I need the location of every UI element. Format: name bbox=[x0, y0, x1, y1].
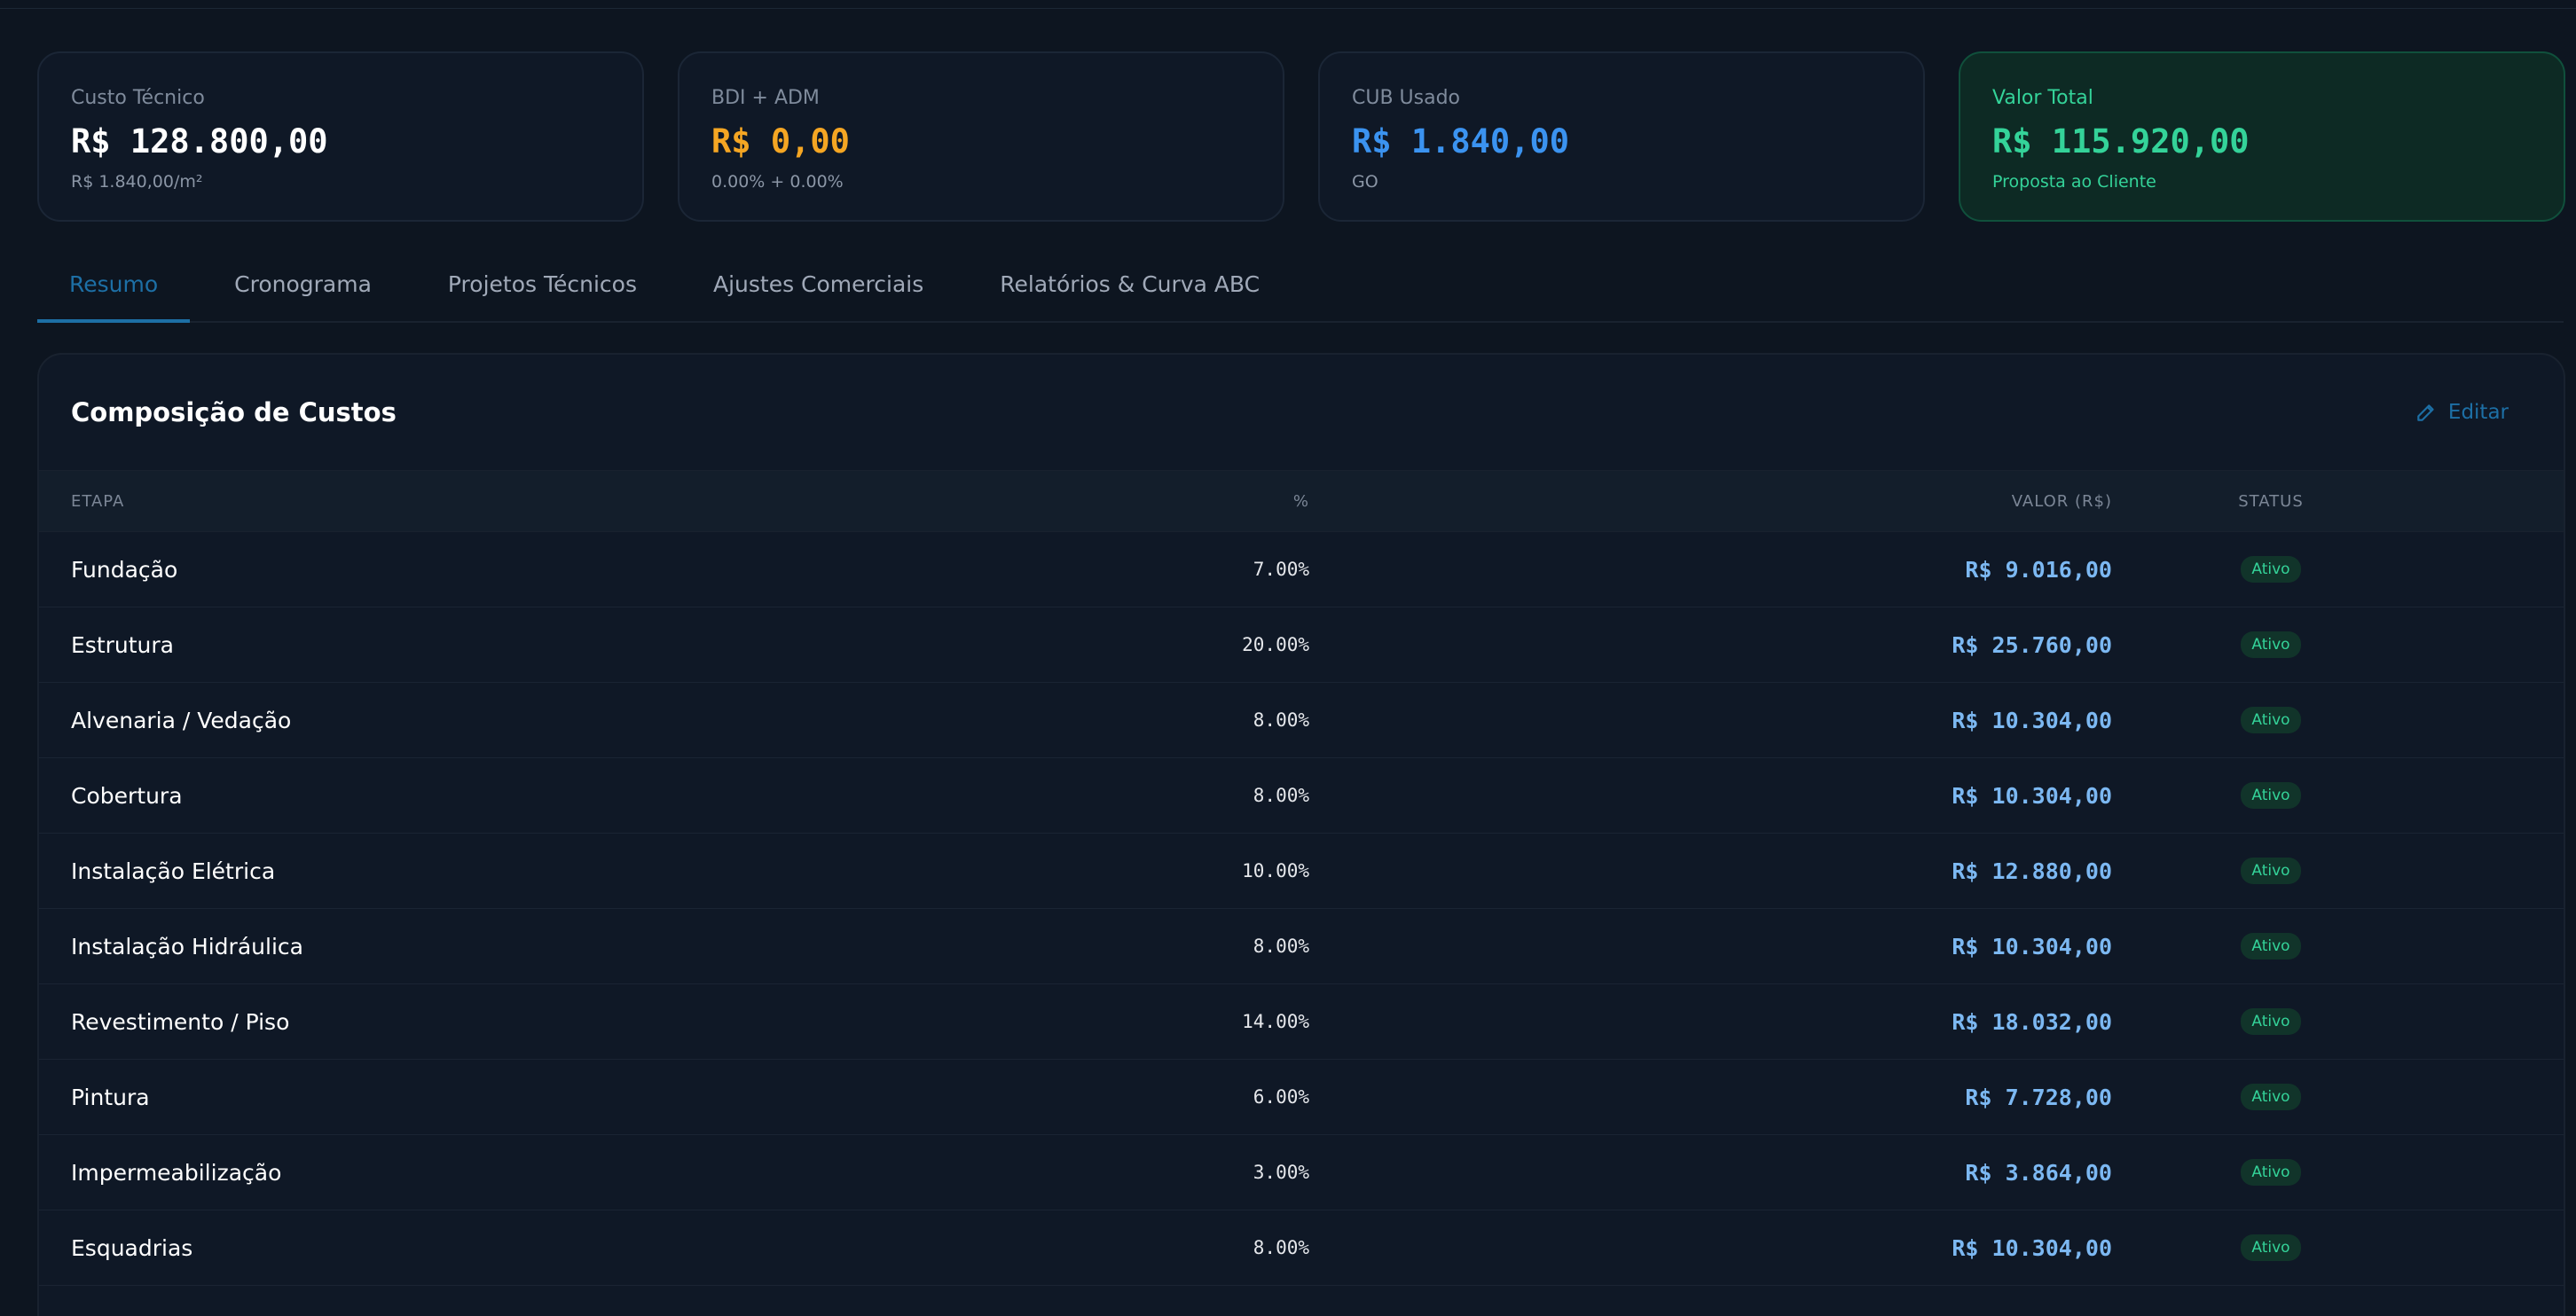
cell-valor: R$ 18.032,00 bbox=[1952, 1008, 2112, 1035]
card-value: R$ 0,00 bbox=[711, 122, 850, 161]
cell-percent: 3.00% bbox=[1253, 1162, 1309, 1183]
status-badge: Ativo bbox=[2241, 858, 2301, 884]
cell-etapa: Revestimento / Piso bbox=[71, 1008, 290, 1035]
cell-valor: R$ 9.016,00 bbox=[1965, 556, 2112, 583]
column-header-etapa[interactable]: ETAPA bbox=[39, 492, 749, 511]
table-row[interactable]: Esquadrias 8.00% R$ 10.304,00 Ativo bbox=[39, 1210, 2564, 1286]
cell-valor: R$ 10.304,00 bbox=[1952, 707, 2112, 733]
cell-valor: R$ 7.728,00 bbox=[1965, 1084, 2112, 1110]
cell-percent: 14.00% bbox=[1242, 1011, 1309, 1032]
cell-status: Ativo bbox=[2112, 631, 2388, 658]
tab-cronograma[interactable]: Cronograma bbox=[202, 261, 404, 323]
tab-relatorios-curva-abc[interactable]: Relatórios & Curva ABC bbox=[968, 261, 1292, 323]
cell-etapa: Alvenaria / Vedação bbox=[71, 707, 292, 733]
table-row[interactable]: Instalação Elétrica 10.00% R$ 12.880,00 … bbox=[39, 834, 2564, 909]
cell-percent: 8.00% bbox=[1253, 936, 1309, 957]
cell-percent: 8.00% bbox=[1253, 785, 1309, 806]
cell-status: Ativo bbox=[2112, 556, 2388, 583]
cell-valor: R$ 12.880,00 bbox=[1952, 858, 2112, 884]
card-cub-usado: CUB Usado R$ 1.840,00 GO bbox=[1318, 51, 1925, 222]
cell-valor: R$ 10.304,00 bbox=[1952, 1234, 2112, 1261]
status-badge: Ativo bbox=[2241, 1159, 2301, 1186]
cell-percent: 10.00% bbox=[1242, 860, 1309, 881]
pencil-icon bbox=[2417, 404, 2434, 421]
top-bar-divider bbox=[0, 0, 2576, 9]
card-subtext: R$ 1.840,00/m² bbox=[71, 172, 203, 192]
table-row[interactable]: Revestimento / Piso 14.00% R$ 18.032,00 … bbox=[39, 984, 2564, 1060]
card-label: CUB Usado bbox=[1352, 87, 1461, 109]
card-custo-tecnico: Custo Técnico R$ 128.800,00 R$ 1.840,00/… bbox=[37, 51, 644, 222]
status-badge: Ativo bbox=[2241, 782, 2301, 809]
tab-bar: Resumo Cronograma Projetos Técnicos Ajus… bbox=[37, 261, 2564, 323]
status-badge: Ativo bbox=[2241, 933, 2301, 960]
cell-percent: 8.00% bbox=[1253, 1237, 1309, 1258]
card-subtext: GO bbox=[1352, 172, 1378, 192]
edit-button[interactable]: Editar bbox=[2415, 401, 2509, 424]
cell-status: Ativo bbox=[2112, 1159, 2388, 1186]
cost-composition-panel: Composição de Custos Editar ETAPA % VALO… bbox=[37, 353, 2565, 1316]
cell-status: Ativo bbox=[2112, 858, 2388, 884]
cell-valor: R$ 3.864,00 bbox=[1965, 1159, 2112, 1186]
cell-status: Ativo bbox=[2112, 933, 2388, 960]
status-badge: Ativo bbox=[2241, 556, 2301, 583]
cell-etapa: Cobertura bbox=[71, 782, 183, 809]
card-value: R$ 115.920,00 bbox=[1992, 122, 2250, 161]
cell-status: Ativo bbox=[2112, 1084, 2388, 1110]
cell-etapa: Pintura bbox=[71, 1084, 150, 1110]
cell-percent: 7.00% bbox=[1253, 559, 1309, 580]
card-value: R$ 128.800,00 bbox=[71, 122, 328, 161]
summary-cards: Custo Técnico R$ 128.800,00 R$ 1.840,00/… bbox=[37, 51, 2565, 222]
status-badge: Ativo bbox=[2241, 1084, 2301, 1110]
column-header-percent[interactable]: % bbox=[749, 492, 1309, 511]
edit-button-label: Editar bbox=[2447, 401, 2509, 424]
table-row[interactable]: Instalação Hidráulica 8.00% R$ 10.304,00… bbox=[39, 909, 2564, 984]
status-badge: Ativo bbox=[2241, 631, 2301, 658]
cell-status: Ativo bbox=[2112, 782, 2388, 809]
tab-ajustes-comerciais[interactable]: Ajustes Comerciais bbox=[681, 261, 955, 323]
tab-projetos-tecnicos[interactable]: Projetos Técnicos bbox=[416, 261, 669, 323]
cell-percent: 8.00% bbox=[1253, 709, 1309, 731]
table-row[interactable]: Fundação 7.00% R$ 9.016,00 Ativo bbox=[39, 532, 2564, 607]
tab-resumo[interactable]: Resumo bbox=[37, 261, 191, 323]
card-label: Valor Total bbox=[1992, 87, 2093, 109]
cell-status: Ativo bbox=[2112, 1234, 2388, 1261]
card-value: R$ 1.840,00 bbox=[1352, 122, 1570, 161]
table-row[interactable]: Alvenaria / Vedação 8.00% R$ 10.304,00 A… bbox=[39, 683, 2564, 758]
cell-etapa: Fundação bbox=[71, 556, 178, 583]
cell-etapa: Impermeabilização bbox=[71, 1159, 282, 1186]
cell-valor: R$ 10.304,00 bbox=[1952, 933, 2112, 960]
table-row[interactable]: Pintura 6.00% R$ 7.728,00 Ativo bbox=[39, 1060, 2564, 1135]
cell-status: Ativo bbox=[2112, 1008, 2388, 1035]
cell-etapa: Instalação Hidráulica bbox=[71, 933, 303, 960]
status-badge: Ativo bbox=[2241, 1008, 2301, 1035]
cell-valor: R$ 25.760,00 bbox=[1952, 631, 2112, 658]
cell-etapa: Instalação Elétrica bbox=[71, 858, 276, 884]
table-row[interactable]: Impermeabilização 3.00% R$ 3.864,00 Ativ… bbox=[39, 1135, 2564, 1210]
card-label: Custo Técnico bbox=[71, 87, 205, 109]
card-subtext: Proposta ao Cliente bbox=[1992, 172, 2156, 192]
card-subtext: 0.00% + 0.00% bbox=[711, 172, 844, 192]
status-badge: Ativo bbox=[2241, 707, 2301, 733]
cell-valor: R$ 10.304,00 bbox=[1952, 782, 2112, 809]
card-valor-total: Valor Total R$ 115.920,00 Proposta ao Cl… bbox=[1959, 51, 2565, 222]
card-bdi-adm: BDI + ADM R$ 0,00 0.00% + 0.00% bbox=[678, 51, 1284, 222]
cell-percent: 6.00% bbox=[1253, 1086, 1309, 1108]
table-row[interactable]: Estrutura 20.00% R$ 25.760,00 Ativo bbox=[39, 607, 2564, 683]
cell-percent: 20.00% bbox=[1242, 634, 1309, 655]
cell-status: Ativo bbox=[2112, 707, 2388, 733]
status-badge: Ativo bbox=[2241, 1234, 2301, 1261]
cell-etapa: Estrutura bbox=[71, 631, 174, 658]
column-header-status[interactable]: STATUS bbox=[2112, 492, 2388, 511]
cell-etapa: Esquadrias bbox=[71, 1234, 193, 1261]
panel-header: Composição de Custos Editar bbox=[39, 355, 2564, 470]
card-label: BDI + ADM bbox=[711, 87, 820, 109]
panel-title: Composição de Custos bbox=[71, 397, 397, 427]
table-header: ETAPA % VALOR (R$) STATUS bbox=[39, 470, 2564, 532]
table-row[interactable]: Cobertura 8.00% R$ 10.304,00 Ativo bbox=[39, 758, 2564, 834]
column-header-valor[interactable]: VALOR (R$) bbox=[1309, 492, 2112, 511]
